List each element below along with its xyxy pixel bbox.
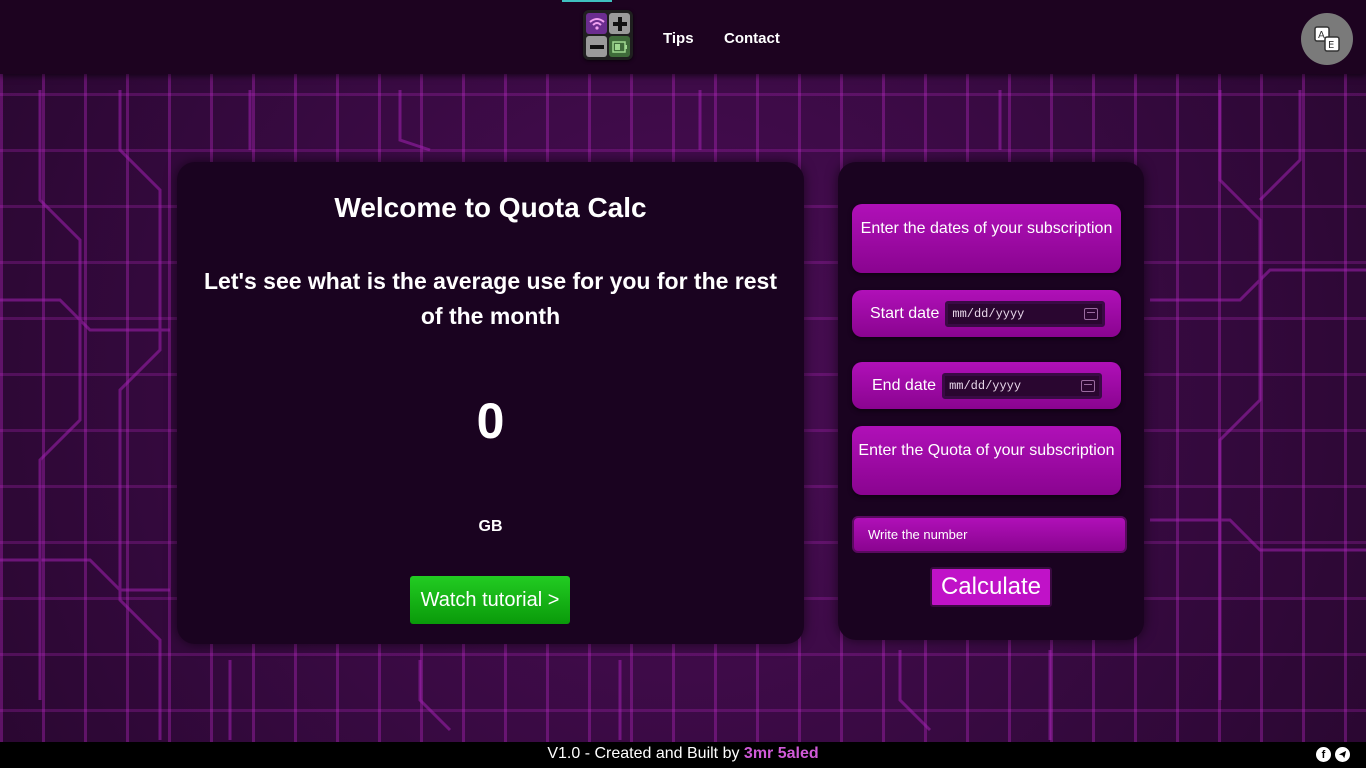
battery-icon [609, 36, 630, 57]
end-date-value: mm/dd/yyyy [949, 378, 1022, 393]
telegram-icon[interactable] [1335, 747, 1350, 762]
language-toggle-button[interactable]: A E [1301, 13, 1353, 65]
quota-number-input[interactable]: Write the number [852, 516, 1127, 553]
calendar-icon[interactable] [1081, 379, 1096, 392]
calendar-icon[interactable] [1084, 307, 1099, 320]
author-link[interactable]: 3mr 5aled [744, 745, 819, 762]
page-title: Welcome to Quota Calc [334, 192, 647, 223]
active-indicator [562, 0, 612, 2]
calculate-button[interactable]: Calculate [930, 567, 1052, 607]
plus-icon [609, 13, 630, 34]
end-date-input[interactable]: mm/dd/yyyy [942, 372, 1103, 399]
nav-contact-link[interactable]: Contact [724, 30, 780, 47]
result-value: 0 [476, 393, 505, 449]
app-logo[interactable] [583, 10, 633, 60]
start-date-input[interactable]: mm/dd/yyyy [945, 300, 1106, 327]
footer: V1.0 - Created and Built by 3mr 5aled f [0, 742, 1366, 768]
input-panel: Enter the dates of your subscription Sta… [838, 162, 1144, 640]
svg-text:A: A [1318, 30, 1325, 41]
svg-text:E: E [1328, 40, 1334, 51]
start-date-value: mm/dd/yyyy [952, 306, 1025, 321]
start-date-row: Start date mm/dd/yyyy [852, 290, 1121, 337]
page-subtitle: Let's see what is the average use for yo… [204, 268, 777, 329]
wifi-icon [586, 13, 607, 34]
result-panel: Welcome to Quota Calc Let's see what is … [177, 162, 804, 644]
end-date-row: End date mm/dd/yyyy [852, 362, 1121, 409]
watch-tutorial-button[interactable]: Watch tutorial > [410, 576, 570, 624]
start-date-label: Start date [870, 304, 940, 322]
nav-tips-link[interactable]: Tips [663, 30, 694, 47]
translate-icon: A E [1314, 26, 1340, 52]
result-unit: GB [478, 518, 503, 535]
dates-info-box: Enter the dates of your subscription [852, 204, 1121, 273]
footer-text: V1.0 - Created and Built by [547, 745, 744, 762]
end-date-label: End date [872, 376, 937, 394]
top-navbar: Tips Contact A E [0, 0, 1366, 74]
facebook-icon[interactable]: f [1316, 747, 1331, 762]
quota-info-box: Enter the Quota of your subscription [852, 426, 1121, 495]
minus-icon [586, 36, 607, 57]
